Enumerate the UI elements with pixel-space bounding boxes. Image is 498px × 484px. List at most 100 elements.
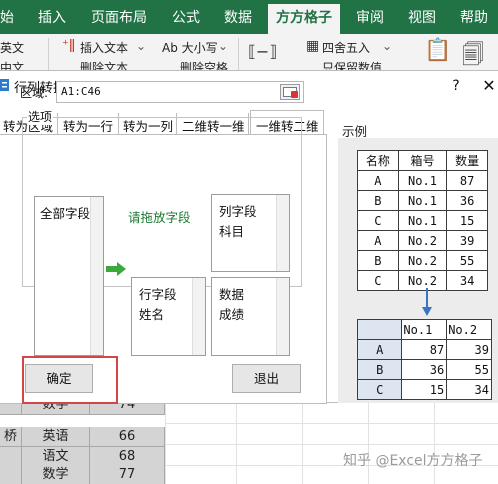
sheet-cell[interactable] [0,447,22,467]
column-field-title: 列字段 [219,204,257,219]
table-header [356,319,403,340]
help-button[interactable]: ? [446,75,466,97]
table-header: No.2 [446,319,492,340]
excel-window: 始 插入 页面布局 公式 数据 方方格子 审阅 视图 帮助 英文 中文 ⁺ǁ 插… [0,0,498,484]
clipboard-icon[interactable]: 📋 [424,38,451,63]
table-header: 数量 [446,150,488,171]
table-cell: No.2 [397,250,448,271]
sheet-cell[interactable]: 68 [90,447,165,467]
tab-review[interactable]: 审阅 [356,7,384,27]
tab-insert[interactable]: 插入 [38,7,66,27]
round-dropdown-icon[interactable]: ⌄ [382,39,392,53]
insert-text-button[interactable]: 插入文本 [80,39,128,56]
range-label: 区域: [20,86,49,100]
ribbon-separator [48,38,49,70]
grid-line [165,444,498,445]
tab-help[interactable]: 帮助 [460,7,488,27]
range-select-icon[interactable] [280,84,300,100]
example-source-table: 名称 箱号 数量 A No.1 87 B No.1 36 C No.1 15 A… [357,150,488,291]
table-cell: 15 [446,210,488,231]
table-cell: A [357,230,399,251]
table-cell: No.1 [397,210,448,231]
data-field-item[interactable]: 成绩 [219,304,244,323]
sheet-cell[interactable]: 数学 [22,465,90,484]
range-input[interactable]: A1:C46 [56,81,304,103]
document-icon[interactable]: 🗐 [462,38,484,73]
app-icon [0,79,9,91]
grid-line [165,423,498,424]
case-button[interactable]: Ab 大小写 [162,39,218,56]
table-cell: 39 [446,339,492,360]
table-cell: B [357,250,399,271]
worksheet-grid[interactable]: 数学 74 桥 英语 66 语文 68 数学 77 [0,395,498,484]
ribbon-body: 英文 中文 ⁺ǁ 插入文本 ⌄ 删除文本 Ab 大小写 ⌄ 删除空格 ⟦−⟧ ▦… [0,34,498,74]
table-cell: A [357,170,399,191]
table-row: A No.2 39 [357,230,488,251]
table-cell: 55 [446,250,488,271]
table-cell: C [356,379,403,400]
formula-icon: ⟦−⟧ [248,42,278,61]
table-cell: C [357,270,399,291]
options-legend: 选项 [27,108,54,125]
table-row: A No.1 87 [357,170,488,191]
tab-data[interactable]: 数据 [224,7,252,27]
table-cell: 87 [446,170,488,191]
example-result-table: No.1 No.2 A 87 39 B 36 55 C 15 34 [356,319,492,400]
sheet-cell[interactable]: 桥 [0,427,22,447]
table-cell: B [356,359,403,380]
exit-button[interactable]: 退出 [232,364,301,393]
table-cell: C [357,210,399,231]
sheet-cell[interactable]: 英语 [22,427,90,447]
insert-text-dropdown-icon[interactable]: ⌄ [136,39,146,53]
table-cell: 34 [446,270,488,291]
tab-home[interactable]: 始 [0,7,14,27]
table-cell: 15 [401,379,448,400]
sheet-cell[interactable]: 66 [90,427,165,447]
table-row: A 87 39 [356,339,492,360]
case-dropdown-icon[interactable]: ⌄ [218,39,228,53]
table-row: B 36 55 [356,359,492,380]
arrow-right-icon [106,262,126,276]
highlight-annotation [22,356,118,404]
table-header: No.1 [401,319,448,340]
ribbon-tab-bar: 始 插入 页面布局 公式 数据 方方格子 审阅 视图 帮助 [0,0,498,34]
ribbon-separator [238,38,239,70]
table-row: B No.2 55 [357,250,488,271]
table-row: 数学 77 [0,465,165,484]
table-row: C 15 34 [356,379,492,400]
tab-view[interactable]: 视图 [408,7,436,27]
table-cell: 55 [446,359,492,380]
table-row: C No.1 15 [357,210,488,231]
arrow-down-icon [422,288,432,316]
row-field-title: 行字段 [139,287,177,302]
close-button[interactable]: ✕ [480,75,498,97]
table-cell: A [356,339,403,360]
tab-page-layout[interactable]: 页面布局 [91,7,147,27]
table-cell: 36 [401,359,448,380]
table-header-row: No.1 No.2 [356,319,492,340]
all-fields-label: 全部字段 [40,206,91,221]
table-cell: 36 [446,190,488,211]
english-button[interactable]: 英文 [0,39,24,56]
table-cell: B [357,190,399,211]
table-cell: No.2 [397,230,448,251]
table-header: 名称 [357,150,399,171]
round-icon: ▦ [306,38,320,54]
tab-formulas[interactable]: 公式 [172,7,200,27]
sheet-cell[interactable]: 77 [90,465,165,484]
sheet-cell[interactable] [0,465,22,484]
table-row: 语文 68 [0,447,165,467]
table-header: 箱号 [397,150,448,171]
table-row: B No.1 36 [357,190,488,211]
tab-fangfang-gezi[interactable]: 方方格子 [268,4,340,34]
table-cell: No.1 [397,170,448,191]
column-field-item[interactable]: 科目 [219,221,244,240]
watermark: 知乎 @Excel方方格子 [343,453,483,469]
drag-hint: 请拖放字段 [128,210,191,225]
row-field-item[interactable]: 姓名 [139,304,164,323]
table-row: 桥 英语 66 [0,427,165,447]
data-field-title: 数据 [219,287,245,302]
table-cell: 34 [446,379,492,400]
sheet-cell[interactable]: 语文 [22,447,90,467]
round-button[interactable]: 四舍五入 [322,39,370,56]
